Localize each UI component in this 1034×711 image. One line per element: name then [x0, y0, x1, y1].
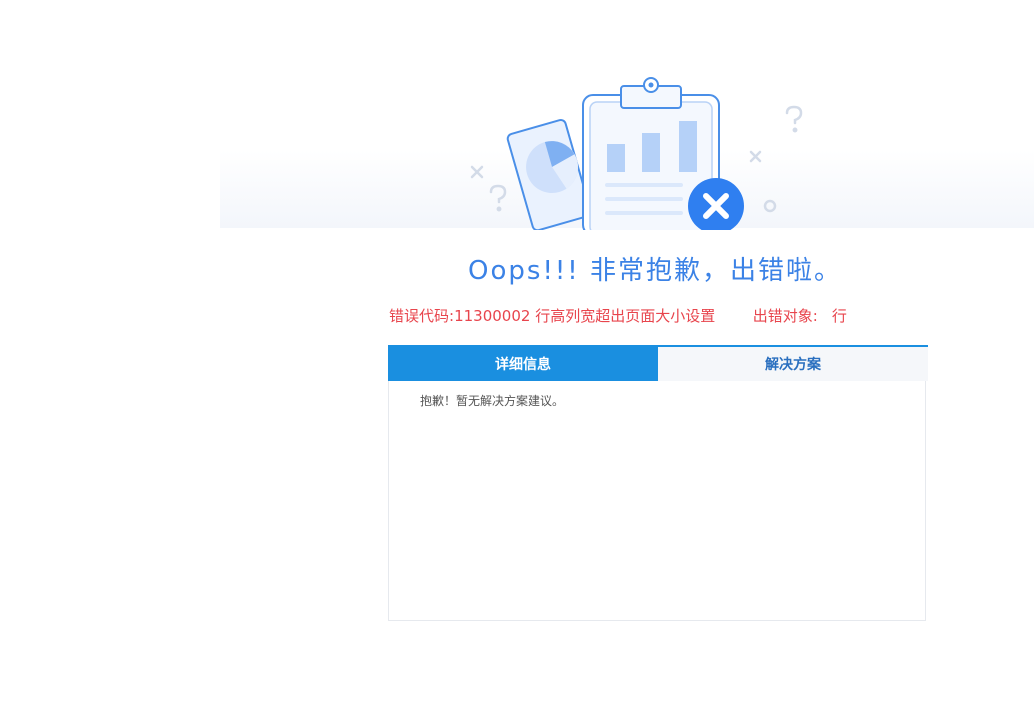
tab-bar: 详细信息 解决方案: [388, 345, 928, 381]
clipboard-error-illustration: [470, 77, 803, 230]
error-object-value: 行: [831, 307, 847, 325]
tab-details[interactable]: 详细信息: [388, 347, 658, 381]
tab-solutions[interactable]: 解决方案: [658, 347, 928, 381]
panel-message: 抱歉！暂无解决方案建议。: [420, 394, 565, 408]
error-code-label: 错误代码:: [389, 307, 455, 325]
error-object-label: 出错对象:: [752, 307, 818, 325]
error-message: 行高列宽超出页面大小设置: [535, 307, 716, 325]
pie-card: [506, 118, 592, 230]
error-page: Oops!!! 非常抱歉，出错啦。 错误代码:11300002 行高列宽超出页面…: [0, 0, 1034, 711]
details-panel: [388, 345, 926, 621]
error-details: 错误代码:11300002 行高列宽超出页面大小设置 出错对象: 行: [389, 305, 847, 326]
page-title: Oops!!! 非常抱歉，出错啦。: [468, 256, 842, 286]
error-code-value: 11300002: [454, 307, 531, 325]
